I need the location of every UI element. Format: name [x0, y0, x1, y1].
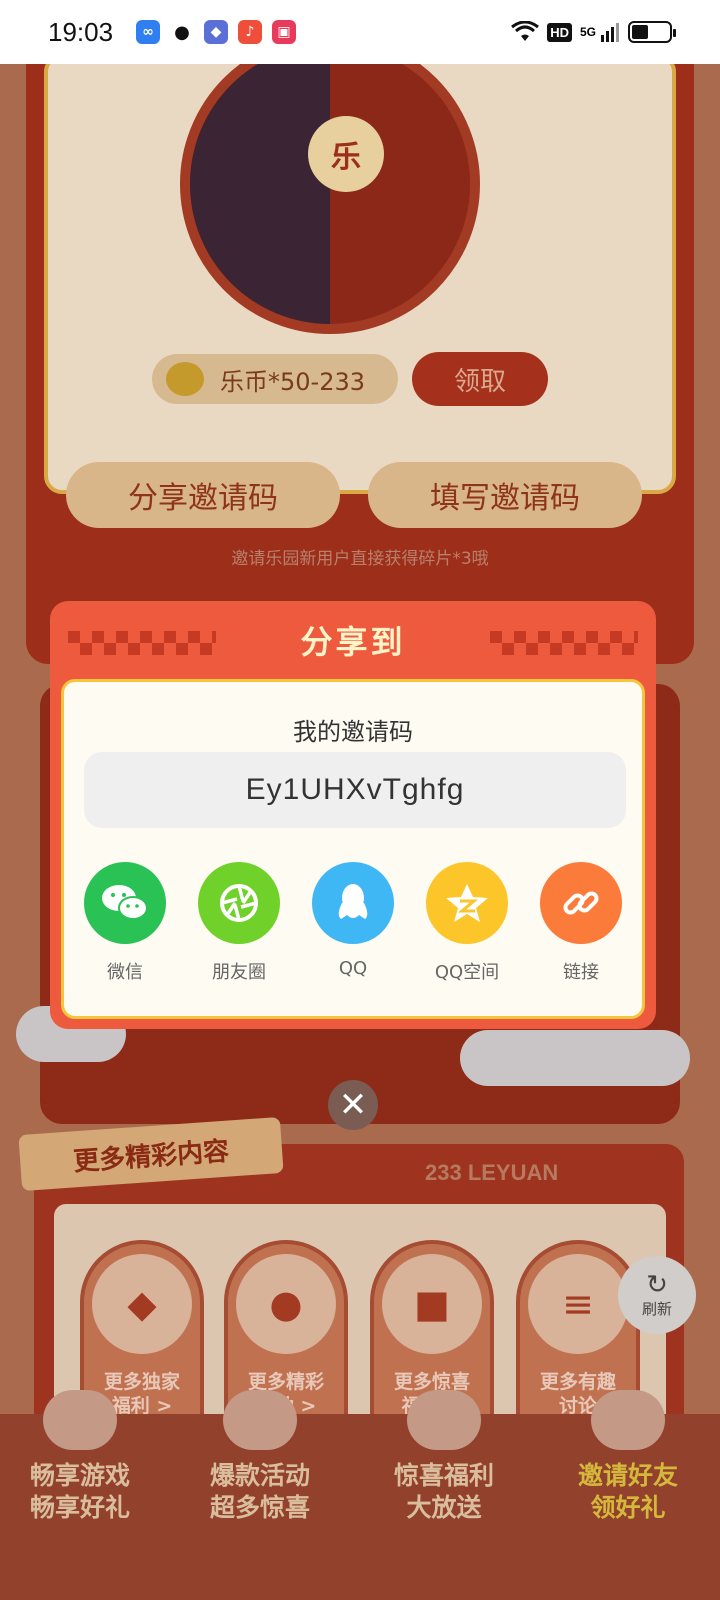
share-modal: 分享到 我的邀请码 Ey1UHXvTghfg 微信 朋友圈 QQ QQ空间 链接	[50, 601, 656, 1029]
share-targets: 微信 朋友圈 QQ QQ空间 链接	[64, 862, 642, 984]
flame-icon: ●	[236, 1254, 336, 1354]
mascot-avatar	[223, 1390, 297, 1450]
gift-icon: ■	[382, 1254, 482, 1354]
mascot-avatar	[591, 1390, 665, 1450]
share-link[interactable]: 链接	[538, 862, 624, 984]
share-wechat[interactable]: 微信	[82, 862, 168, 984]
invite-code-label: 我的邀请码	[293, 718, 413, 746]
network-type: 5G	[579, 25, 596, 39]
battery-icon	[628, 21, 676, 43]
nav-item-activity[interactable]: 爆款活动 超多惊喜	[180, 1390, 340, 1524]
status-bar: 19:03 ∞ ● ◆ ♪ ▣ HD 5G	[0, 0, 720, 64]
wifi-icon	[511, 21, 540, 41]
diamond-icon: ◆	[92, 1254, 192, 1354]
notification-icons: ∞ ● ◆ ♪ ▣	[136, 20, 296, 44]
share-qzone[interactable]: QQ空间	[424, 862, 510, 984]
cloud-decoration	[460, 1030, 690, 1086]
share-moments[interactable]: 朋友圈	[196, 862, 282, 984]
nav-item-invite[interactable]: 邀请好友 领好礼	[548, 1390, 708, 1524]
refresh-icon: ↻	[646, 1269, 668, 1300]
hd-badge: HD	[547, 22, 572, 42]
game-app-icon: ◆	[204, 20, 228, 44]
wechat-notification-icon: ●	[170, 20, 194, 44]
chat-bubble-icon: ≡	[528, 1254, 628, 1354]
wechat-icon	[84, 862, 166, 944]
modal-body: 我的邀请码 Ey1UHXvTghfg 微信 朋友圈 QQ QQ空间 链接	[61, 679, 645, 1019]
share-qq[interactable]: QQ	[310, 862, 396, 984]
leyuan-label: 233 LEYUAN	[425, 1160, 559, 1185]
link-icon	[540, 862, 622, 944]
reward-text: 乐币*50-233	[220, 367, 366, 396]
refresh-label: 刷新	[641, 1299, 672, 1318]
modal-title: 分享到	[300, 623, 406, 661]
music-app-icon: ♪	[238, 20, 262, 44]
infinity-app-icon: ∞	[136, 20, 160, 44]
reward-pill: 乐币*50-233	[152, 354, 398, 404]
share-code-button[interactable]: 分享邀请码	[66, 462, 340, 528]
status-time: 19:03	[48, 16, 114, 47]
claim-button[interactable]: 领取	[412, 352, 548, 406]
mascot-avatar	[407, 1390, 481, 1450]
nav-item-games[interactable]: 畅享游戏 畅享好礼	[0, 1390, 160, 1524]
invite-code-field[interactable]: Ey1UHXvTghfg	[84, 752, 626, 828]
moments-icon	[198, 862, 280, 944]
signal-icon	[601, 23, 619, 42]
coin-icon	[166, 362, 204, 396]
refresh-button[interactable]: ↻ 刷新	[618, 1256, 696, 1334]
nav-item-welfare[interactable]: 惊喜福利 大放送	[364, 1390, 524, 1524]
store-app-icon: ▣	[272, 20, 296, 44]
qzone-icon	[426, 862, 508, 944]
fill-code-button[interactable]: 填写邀请码	[368, 462, 642, 528]
wheel-center-badge: 乐	[308, 116, 384, 192]
qq-icon	[312, 862, 394, 944]
mascot-avatar	[43, 1390, 117, 1450]
close-modal-button[interactable]: ✕	[328, 1080, 378, 1130]
system-indicators: HD 5G	[511, 21, 676, 43]
invite-hint: 邀请乐园新用户直接获得碎片*3哦	[231, 549, 489, 569]
